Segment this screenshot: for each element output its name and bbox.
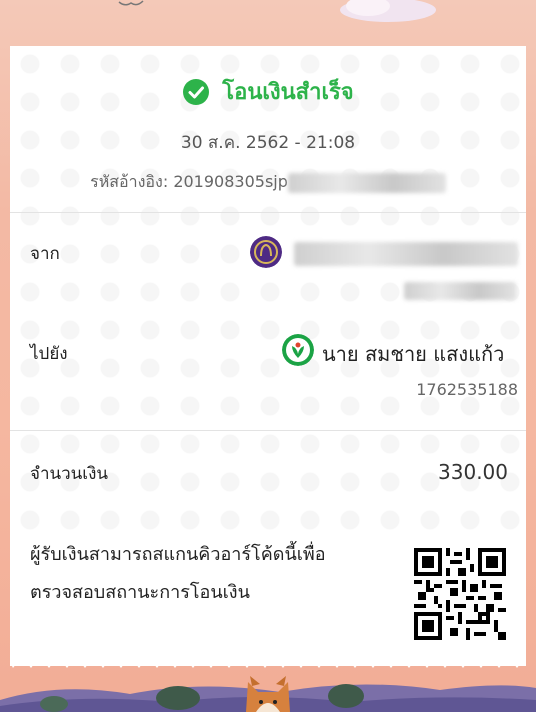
kbank-icon (282, 334, 314, 366)
redacted-reference (287, 172, 446, 193)
shiba-dog-icon (246, 676, 290, 712)
cloud-decoration (340, 0, 436, 22)
reference-label: รหัสอ้างอิง: 201908305sjp (90, 172, 288, 191)
divider (10, 212, 526, 213)
divider (10, 430, 526, 431)
redacted-sender-name (294, 242, 518, 266)
check-circle-icon (183, 78, 210, 105)
amount-value: 330.00 (438, 460, 508, 484)
success-status: โอนเงินสำเร็จ (10, 74, 526, 109)
reference-code: รหัสอ้างอิง: 201908305sjp (10, 170, 526, 195)
to-label: ไปยัง (30, 344, 68, 364)
transaction-datetime: 30 ส.ค. 2562 - 21:08 (180, 133, 356, 153)
transfer-receipt: โอนเงินสำเร็จ 30 ส.ค. 2562 - 21:08 รหัสอ… (10, 46, 526, 666)
qr-code[interactable] (414, 548, 506, 640)
status-text: โอนเงินสำเร็จ (222, 80, 354, 105)
scb-bank-icon (250, 236, 282, 268)
bird-icon (118, 0, 144, 6)
qr-note-line-2: ตรวจสอบสถานะการโอนเงิน (30, 582, 250, 603)
from-label: จาก (30, 244, 60, 264)
redacted-sender-account (404, 282, 516, 300)
qr-note-line-1: ผู้รับเงินสามารถสแกนคิวอาร์โค้ดนี้เพื่อ (30, 544, 326, 565)
receipt-zigzag-edge (10, 650, 526, 668)
amount-label: จำนวนเงิน (30, 464, 109, 484)
recipient-account: 1762535188 (416, 380, 518, 399)
receipt-header: โอนเงินสำเร็จ 30 ส.ค. 2562 - 21:08 รหัสอ… (10, 74, 526, 195)
recipient-name: นาย สมชาย แสงแก้ว (322, 342, 505, 366)
qr-note: ผู้รับเงินสามารถสแกนคิวอาร์โค้ดนี้เพื่อ … (30, 536, 380, 612)
